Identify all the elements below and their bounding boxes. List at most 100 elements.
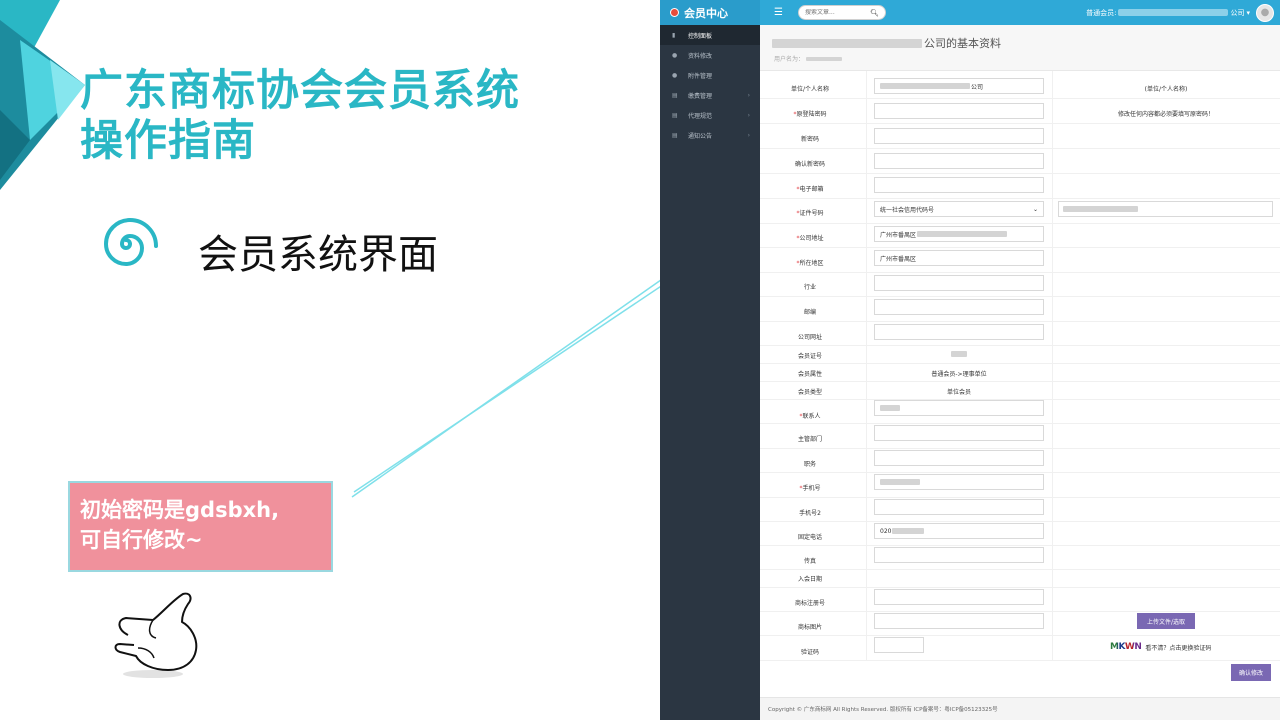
fax-input[interactable] bbox=[874, 547, 1044, 563]
email-label: *电子邮箱 bbox=[796, 186, 824, 193]
contact-label: *联系人 bbox=[799, 413, 821, 420]
mobile2-input[interactable] bbox=[874, 499, 1044, 515]
form-row-mobile2: 手机号2 bbox=[760, 498, 1280, 522]
website-input[interactable] bbox=[874, 324, 1044, 340]
certificate-number-blurred bbox=[1063, 206, 1138, 212]
contact-input[interactable] bbox=[874, 400, 1044, 416]
sidebar-item-profile[interactable]: ● 资料修改 bbox=[660, 45, 760, 65]
spiral-icon bbox=[103, 217, 158, 267]
contact-label-text: 联系人 bbox=[802, 413, 821, 420]
form-row-industry: 行业 bbox=[760, 273, 1280, 297]
menu-toggle-icon[interactable]: ☰ bbox=[774, 7, 783, 18]
new-password-input[interactable] bbox=[874, 128, 1044, 144]
sidebar-item-dashboard[interactable]: ▮ 控制面板 bbox=[660, 25, 760, 45]
callout-line1: 初始密码是gdsbxh, bbox=[80, 498, 280, 522]
department-label: 主管部门 bbox=[797, 436, 822, 443]
region-label-text: 所在地区 bbox=[799, 260, 824, 267]
phone-input[interactable]: 020 bbox=[874, 523, 1044, 539]
section-heading: 会员系统界面 bbox=[198, 232, 438, 278]
region-value: 广州市番禺区 bbox=[880, 255, 917, 263]
app-topbar: 会员中心 ☰ 🔍︎ 普通会员: 公司 ▾ ● bbox=[660, 0, 1280, 25]
captcha-refresh-link[interactable]: 看不清？点击更换验证码 bbox=[1145, 643, 1211, 652]
name-blurred bbox=[880, 83, 970, 89]
avatar[interactable]: ● bbox=[1256, 3, 1274, 22]
certificate-label-text: 证件号码 bbox=[799, 210, 824, 217]
search-input[interactable] bbox=[805, 9, 865, 16]
form-row-mobile: *手机号 bbox=[760, 473, 1280, 498]
mobile-label: *手机号 bbox=[799, 485, 821, 492]
captcha-area[interactable]: MKWN 看不清？点击更换验证码 bbox=[1110, 642, 1211, 652]
slide-title: 广东商标协会会员系统 操作指南 bbox=[80, 66, 600, 166]
brand-label: 会员中心 bbox=[684, 6, 728, 20]
form-row-old-password: *原登陆密码 修改任何内容都必须要填写原密码！ bbox=[760, 100, 1280, 124]
user-prefix: 普通会员: bbox=[1086, 8, 1117, 17]
search-icon[interactable]: 🔍︎ bbox=[870, 9, 879, 17]
chevron-down-icon[interactable]: ▾ bbox=[1246, 9, 1250, 17]
address-input[interactable]: 广州市番禺区 bbox=[874, 226, 1044, 242]
address-label: *公司地址 bbox=[796, 235, 824, 242]
confirm-password-input[interactable] bbox=[874, 153, 1044, 169]
sidebar-item-payments[interactable]: ▤ 缴费管理 › bbox=[660, 85, 760, 105]
sidebar-item-label: 通知公告 bbox=[688, 132, 713, 140]
email-input[interactable] bbox=[874, 177, 1044, 193]
industry-input[interactable] bbox=[874, 275, 1044, 291]
sidebar: ▮ 控制面板 ● 资料修改 ● 附件管理 ▤ 缴费管理 › ▤ 代理规范 › ▤… bbox=[660, 25, 760, 720]
certificate-type-select[interactable]: 统一社会信用代码号 ⌄ bbox=[874, 201, 1044, 217]
certificate-number-input[interactable] bbox=[1058, 201, 1273, 217]
member-attribute-value: 普通会员->理事单位 bbox=[931, 371, 987, 378]
trademark-image-input[interactable] bbox=[874, 613, 1044, 629]
region-input[interactable]: 广州市番禺区 bbox=[874, 250, 1044, 266]
sidebar-item-label: 代理规范 bbox=[688, 112, 713, 120]
trademark-number-input[interactable] bbox=[874, 589, 1044, 605]
footer: Copyright © 广东商标网 All Rights Reserved. 版… bbox=[760, 697, 1280, 720]
email-label-text: 电子邮箱 bbox=[799, 186, 824, 193]
name-input[interactable]: 公司 bbox=[874, 78, 1044, 94]
mobile-label-text: 手机号 bbox=[802, 485, 821, 492]
contact-blurred bbox=[880, 405, 900, 411]
sidebar-item-label: 缴费管理 bbox=[688, 92, 713, 100]
sidebar-item-attachments[interactable]: ● 附件管理 bbox=[660, 65, 760, 85]
phone-value: 020 bbox=[880, 527, 892, 535]
form-row-member-type: 会员类型 单位会员 bbox=[760, 382, 1280, 400]
member-number-label: 会员证号 bbox=[797, 353, 822, 360]
search-box[interactable]: 🔍︎ bbox=[798, 5, 886, 20]
captcha-input[interactable] bbox=[874, 637, 924, 653]
submit-button[interactable]: 确认修改 bbox=[1231, 664, 1271, 681]
postcode-label: 邮编 bbox=[803, 309, 816, 316]
brand[interactable]: 会员中心 bbox=[660, 0, 760, 25]
slide-title-line1: 广东商标协会会员系统 bbox=[80, 66, 520, 116]
sidebar-item-agency-rules[interactable]: ▤ 代理规范 › bbox=[660, 105, 760, 125]
page-title: 公司的基本资料 bbox=[772, 35, 1001, 51]
form-row-region: *所在地区 广州市番禺区 bbox=[760, 248, 1280, 273]
department-input[interactable] bbox=[874, 425, 1044, 441]
form-row-contact: *联系人 bbox=[760, 400, 1280, 424]
user-menu[interactable]: 普通会员: 公司 ▾ ● bbox=[1086, 3, 1274, 22]
address-value: 广州市番禺区 bbox=[880, 231, 917, 239]
member-attribute-label: 会员属性 bbox=[797, 371, 822, 378]
form-row-certificate: *证件号码 统一社会信用代码号 ⌄ bbox=[760, 199, 1280, 224]
upload-button[interactable]: 上传文件/选取 bbox=[1137, 613, 1195, 629]
member-system-screenshot: 会员中心 ☰ 🔍︎ 普通会员: 公司 ▾ ● ▮ 控制面板 ● 资料修改 bbox=[660, 0, 1280, 720]
fax-label: 传真 bbox=[803, 558, 816, 565]
mobile-blurred bbox=[880, 479, 920, 485]
form-row-email: *电子邮箱 bbox=[760, 175, 1280, 199]
form-row-department: 主管部门 bbox=[760, 424, 1280, 449]
form-row-confirm-password: 确认新密码 bbox=[760, 150, 1280, 174]
slide-title-line2: 操作指南 bbox=[80, 116, 256, 166]
form-row-join-date: 入会日期 bbox=[760, 570, 1280, 588]
old-password-input[interactable] bbox=[874, 103, 1044, 119]
captcha-image[interactable]: MKWN bbox=[1110, 642, 1142, 652]
address-blurred bbox=[917, 231, 1008, 237]
address-label-text: 公司地址 bbox=[799, 235, 824, 242]
name-hint: (单位/个人名称) bbox=[1144, 86, 1188, 93]
old-password-label: *原登陆密码 bbox=[793, 111, 827, 118]
user-icon: ● bbox=[1260, 7, 1270, 18]
list-icon: ▤ bbox=[672, 131, 678, 139]
postcode-input[interactable] bbox=[874, 299, 1044, 315]
sidebar-item-notices[interactable]: ▤ 通知公告 › bbox=[660, 125, 760, 145]
mobile-input[interactable] bbox=[874, 474, 1044, 490]
position-input[interactable] bbox=[874, 450, 1044, 466]
list-icon: ▤ bbox=[672, 91, 678, 99]
user-icon: ● bbox=[672, 51, 678, 59]
position-label: 职务 bbox=[803, 461, 816, 468]
